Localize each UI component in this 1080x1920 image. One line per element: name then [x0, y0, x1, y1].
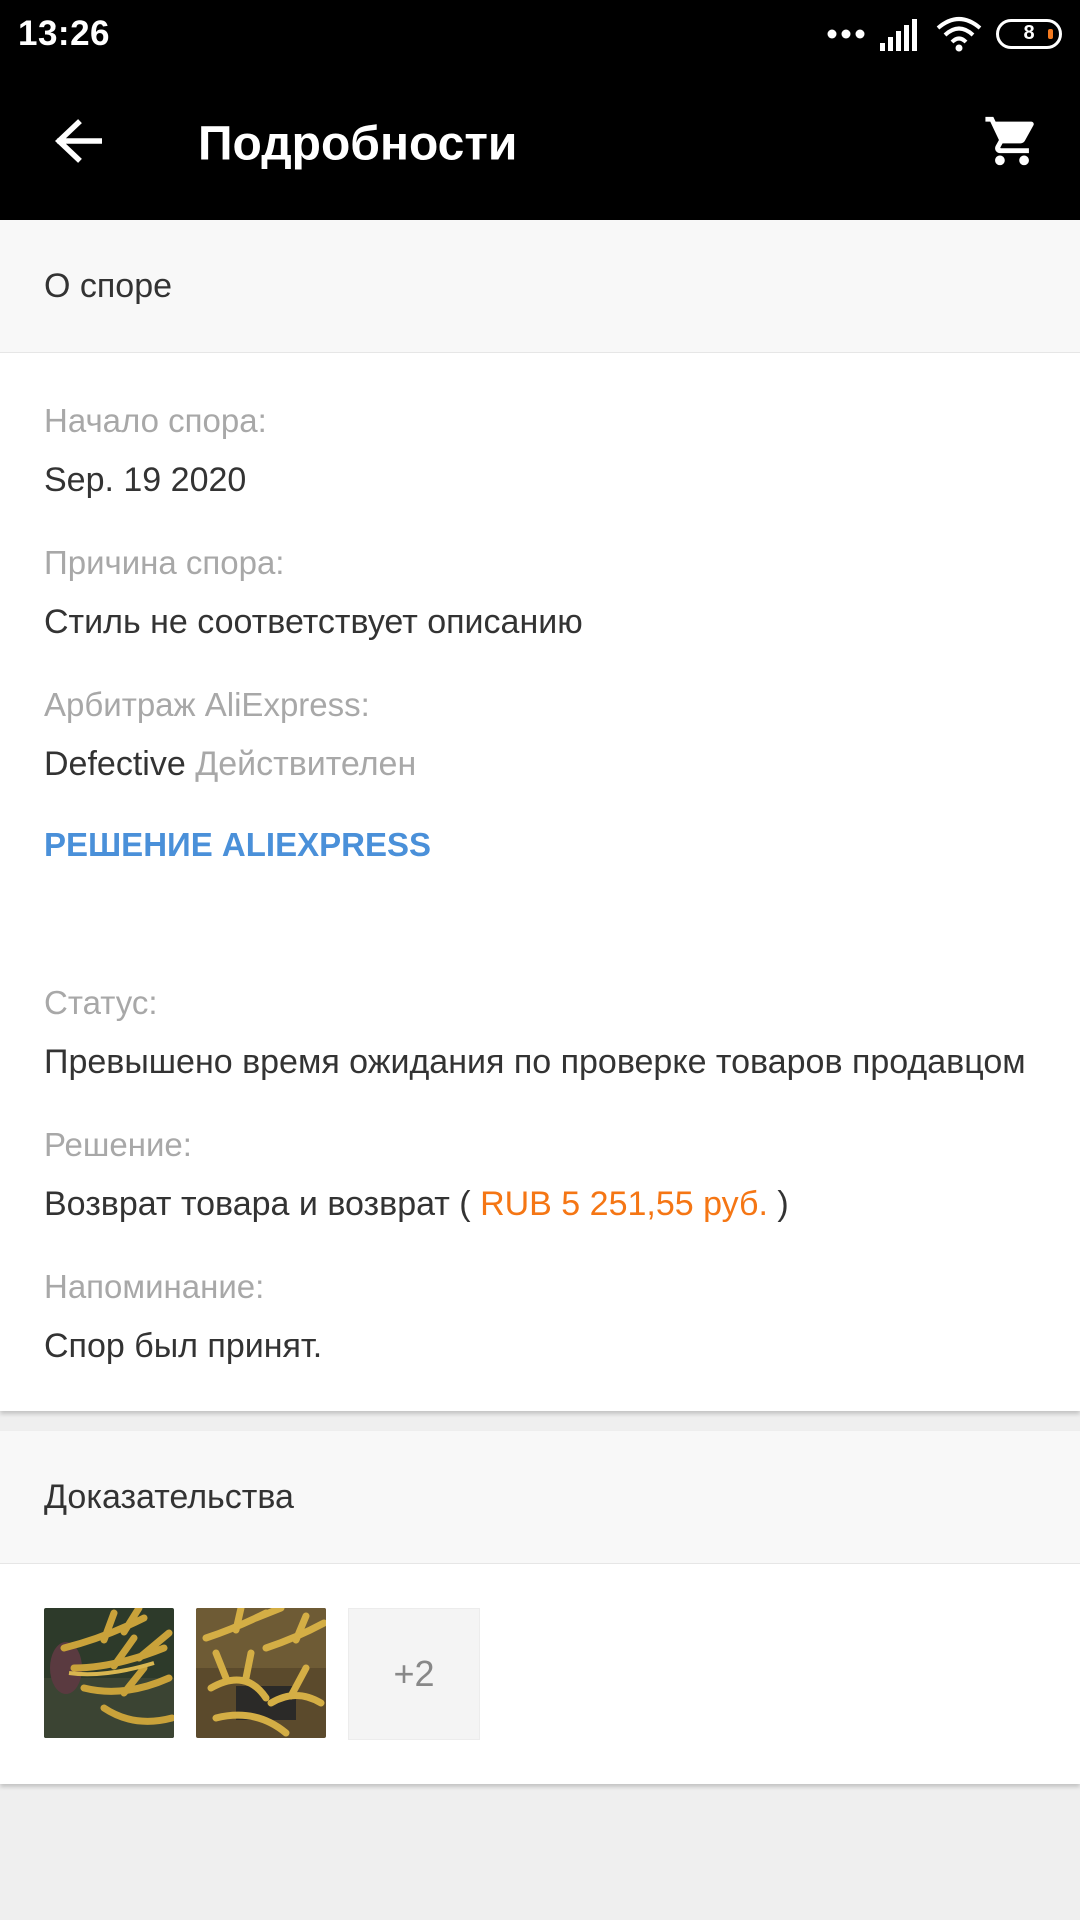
reminder-field: Напоминание: Спор был принят.	[44, 1267, 1036, 1367]
dispute-header: О споре	[0, 220, 1080, 353]
app-bar: Подробности	[0, 67, 1080, 220]
evidence-thumbnails: +2	[0, 1564, 1080, 1784]
evidence-header: Доказательства	[0, 1431, 1080, 1564]
dispute-start-field: Начало спора: Sep. 19 2020	[44, 401, 1036, 501]
decision-value-line: Возврат товара и возврат ( RUB 5 251,55 …	[44, 1183, 1036, 1225]
arbitration-field: Арбитраж AliExpress: Defective Действите…	[44, 685, 1036, 785]
battery-level: 8	[1023, 22, 1035, 44]
evidence-card: Доказательства +2	[0, 1431, 1080, 1784]
evidence-photo-2[interactable]	[196, 1608, 326, 1738]
dispute-card: О споре Начало спора: Sep. 19 2020 Причи…	[0, 220, 1080, 1411]
cart-icon	[983, 112, 1041, 175]
status-label: Статус:	[44, 984, 158, 1021]
dots-icon	[826, 28, 866, 40]
arrow-left-icon	[54, 119, 103, 168]
decision-prefix: Возврат товара и возврат (	[44, 1185, 471, 1223]
dispute-reason-value: Стиль не соответствует описанию	[44, 603, 583, 641]
signal-icon	[880, 17, 922, 51]
status-bar: 13:26 8	[0, 0, 1080, 67]
decision-amount: RUB 5 251,55 руб.	[480, 1185, 768, 1223]
dispute-start-value: Sep. 19 2020	[44, 461, 247, 499]
dispute-reason-field: Причина спора: Стиль не соответствует оп…	[44, 543, 1036, 643]
arbitration-status: Действителен	[195, 745, 417, 783]
dispute-body: Начало спора: Sep. 19 2020 Причина спора…	[0, 353, 1080, 1411]
dispute-start-label: Начало спора:	[44, 402, 267, 439]
more-evidence-button[interactable]: +2	[348, 1608, 480, 1740]
page-title: Подробности	[198, 117, 518, 170]
status-time: 13:26	[18, 13, 111, 53]
aliexpress-resolution-link[interactable]: РЕШЕНИЕ ALIEXPRESS	[44, 825, 1036, 865]
cart-button[interactable]	[980, 112, 1044, 176]
arbitration-value-line: Defective Действителен	[44, 743, 1036, 785]
reminder-label: Напоминание:	[44, 1268, 265, 1305]
battery-icon: 8	[996, 18, 1062, 49]
arbitration-label: Арбитраж AliExpress:	[44, 686, 370, 723]
status-field: Статус: Превышено время ожидания по пров…	[44, 983, 1036, 1083]
arbitration-value: Defective	[44, 745, 186, 783]
decision-label: Решение:	[44, 1126, 192, 1163]
battery-fill	[1048, 28, 1053, 39]
evidence-photo-1[interactable]	[44, 1608, 174, 1738]
reminder-value: Спор был принят.	[44, 1327, 323, 1365]
decision-suffix: )	[777, 1185, 789, 1223]
dispute-reason-label: Причина спора:	[44, 544, 285, 581]
back-button[interactable]	[50, 116, 106, 172]
status-icons: 8	[826, 16, 1062, 52]
wifi-icon	[936, 16, 982, 52]
decision-field: Решение: Возврат товара и возврат ( RUB …	[44, 1125, 1036, 1225]
status-value: Превышено время ожидания по проверке тов…	[44, 1043, 1026, 1081]
